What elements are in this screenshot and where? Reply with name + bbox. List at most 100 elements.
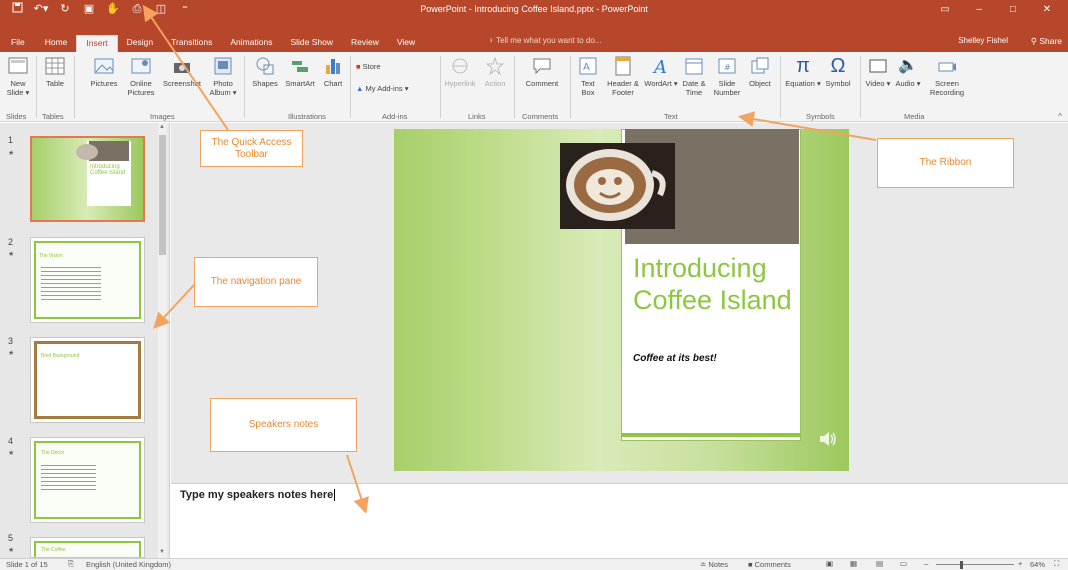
audio-button[interactable]: 🔈 Audio ▾: [894, 55, 922, 88]
comment-button[interactable]: Comment: [520, 55, 564, 88]
tab-animations[interactable]: Animations: [221, 35, 281, 52]
slide-count: Slide 1 of 15: [6, 560, 48, 569]
group-label-media: Media: [904, 112, 925, 121]
group-label-tables: Tables: [42, 112, 64, 121]
notes-text[interactable]: Type my speakers notes here: [180, 489, 336, 502]
nav-scrollbar-thumb[interactable]: [159, 135, 166, 255]
slide-number-icon: #: [718, 58, 736, 74]
new-slide-button[interactable]: New Slide ▾: [4, 55, 32, 97]
speaker-icon: 🔈: [898, 57, 918, 74]
hyperlink-button[interactable]: Hyperlink: [444, 55, 476, 88]
store-button[interactable]: ■ Store: [356, 62, 381, 71]
tell-me-box[interactable]: ♀ Tell me what you want to do...: [488, 36, 601, 45]
close-icon[interactable]: ✕: [1030, 0, 1064, 19]
my-addins-button[interactable]: ▲ My Add-ins ▾: [356, 84, 409, 93]
slide-thumbnail[interactable]: The Coffee: [30, 537, 145, 558]
equation-button[interactable]: π Equation ▾: [784, 55, 822, 88]
maximize-icon[interactable]: □: [996, 0, 1030, 19]
chart-button[interactable]: Chart: [320, 55, 346, 88]
pictures-icon: [94, 58, 114, 74]
slide-sorter-icon[interactable]: ▦: [850, 559, 857, 568]
share-button[interactable]: ⚲ Share: [1031, 36, 1062, 47]
lightbulb-icon: ♀: [488, 36, 494, 45]
slide-accent-bar: [621, 433, 801, 437]
photo-album-button[interactable]: Photo Album ▾: [206, 55, 240, 97]
object-button[interactable]: Object: [746, 55, 774, 88]
slide-thumbnail[interactable]: Brief Background: [30, 337, 145, 423]
group-label-symbols: Symbols: [806, 112, 835, 121]
tab-home[interactable]: Home: [36, 35, 77, 52]
ribbon: New Slide ▾ Table Pictures Online Pictur…: [0, 52, 1068, 122]
text-box-button[interactable]: A Text Box: [576, 55, 600, 97]
notes-toggle[interactable]: ≐ Notes: [700, 560, 728, 569]
video-button[interactable]: Video ▾: [864, 55, 892, 88]
screenshot-button[interactable]: Screenshot: [162, 55, 202, 88]
language-indicator[interactable]: English (United Kingdom): [86, 560, 171, 569]
comments-toggle[interactable]: ■ Comments: [748, 560, 791, 569]
table-button[interactable]: Table: [40, 55, 70, 88]
tab-file[interactable]: File: [0, 35, 36, 52]
shapes-icon: [256, 57, 274, 75]
zoom-in-icon[interactable]: +: [1018, 559, 1022, 568]
callout-navigation-pane: The navigation pane: [194, 257, 318, 307]
smartart-button[interactable]: SmartArt: [282, 55, 318, 88]
zoom-slider[interactable]: [936, 564, 1014, 565]
window-title: PowerPoint - Introducing Coffee Island.p…: [420, 4, 648, 14]
scroll-up-icon[interactable]: ▲: [159, 124, 165, 130]
normal-view-icon[interactable]: ▣: [826, 559, 833, 568]
slide-title[interactable]: Introducing Coffee Island: [633, 252, 798, 316]
screen-recording-button[interactable]: Screen Recording: [926, 55, 968, 97]
pi-icon: π: [796, 55, 810, 77]
callout-ribbon: The Ribbon: [877, 138, 1014, 188]
date-time-button[interactable]: Date & Time: [680, 55, 708, 97]
callout-speakers-notes: Speakers notes: [210, 398, 357, 452]
slide-number-label: 4: [8, 436, 14, 446]
slide-number-button[interactable]: # Slide Number: [712, 55, 742, 97]
zoom-level[interactable]: 64%: [1030, 560, 1045, 569]
slide-thumbnail[interactable]: Introducing Coffee Island: [30, 136, 145, 222]
spellcheck-icon[interactable]: ⎘: [68, 559, 74, 569]
tab-view[interactable]: View: [388, 35, 424, 52]
title-bar: ↶▾ ↻ ▣ ✋▾ ⎙ ◫ ⁼ PowerPoint - Introducing…: [0, 0, 1068, 30]
person-icon: ⚲: [1030, 36, 1037, 46]
wordart-button[interactable]: A WordArt ▾: [644, 55, 678, 88]
symbol-button[interactable]: Ω Symbol: [822, 55, 854, 88]
text-caret: [334, 489, 336, 502]
callout-quick-access-toolbar: The Quick Access Toolbar: [200, 130, 303, 167]
new-slide-icon: [8, 57, 28, 74]
tab-transitions[interactable]: Transitions: [162, 35, 221, 52]
zoom-out-icon[interactable]: –: [924, 559, 928, 568]
ribbon-display-options-icon[interactable]: ▭: [928, 0, 962, 19]
audio-speaker-icon[interactable]: [817, 428, 839, 450]
zoom-slider-thumb[interactable]: [960, 561, 963, 569]
minimize-icon[interactable]: –: [962, 0, 996, 19]
slideshow-view-icon[interactable]: ▭: [900, 559, 907, 568]
status-bar: Slide 1 of 15 ⎘ English (United Kingdom)…: [0, 558, 1068, 570]
header-footer-button[interactable]: Header & Footer: [604, 55, 642, 97]
slide-subtitle[interactable]: Coffee at its best!: [633, 353, 717, 364]
shapes-button[interactable]: Shapes: [248, 55, 282, 88]
reading-view-icon[interactable]: ▤: [876, 559, 883, 568]
fit-to-window-icon[interactable]: ⛶: [1054, 559, 1059, 569]
collapse-ribbon-icon[interactable]: ^: [1058, 112, 1062, 121]
tab-insert[interactable]: Insert: [76, 35, 118, 52]
action-button[interactable]: Action: [480, 55, 510, 88]
user-name[interactable]: Shelley Fishel: [958, 36, 1008, 45]
slide-thumbnail[interactable]: The Décor: [30, 437, 145, 523]
tab-slide-show[interactable]: Slide Show: [281, 35, 342, 52]
slide-thumbnail[interactable]: The Vision: [30, 237, 145, 323]
svg-text:A: A: [583, 62, 590, 73]
scroll-down-icon[interactable]: ▼: [159, 549, 165, 555]
video-icon: [869, 59, 887, 73]
animation-star-icon: ★: [8, 350, 15, 357]
animation-star-icon: ★: [8, 547, 15, 554]
tab-design[interactable]: Design: [118, 35, 162, 52]
coffee-photo[interactable]: [560, 143, 675, 229]
online-pictures-button[interactable]: Online Pictures: [124, 55, 158, 97]
tab-review[interactable]: Review: [342, 35, 388, 52]
table-icon: [45, 57, 65, 75]
comment-icon: [533, 58, 551, 75]
chart-icon: [326, 59, 340, 74]
smartart-icon: [292, 61, 308, 72]
pictures-button[interactable]: Pictures: [88, 55, 120, 88]
